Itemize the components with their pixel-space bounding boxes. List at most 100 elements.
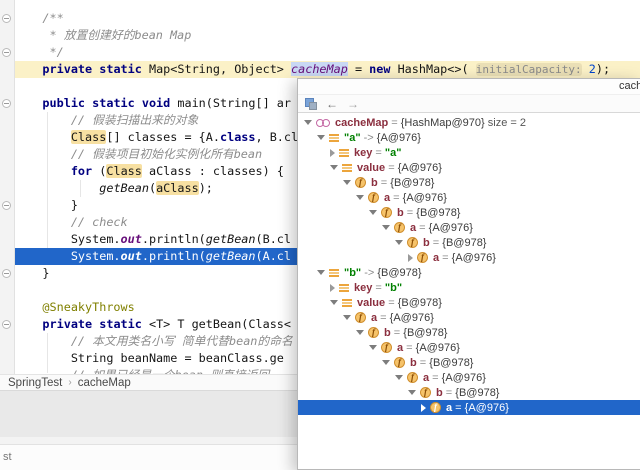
code-token	[582, 62, 589, 76]
chevron-down-icon[interactable]	[343, 180, 351, 185]
chevron-down-icon[interactable]	[330, 300, 338, 305]
chevron-right-icon[interactable]	[330, 284, 335, 292]
code-token: initialCapacity:	[476, 63, 582, 76]
code-line[interactable]: */	[14, 44, 640, 61]
variable-row[interactable]: fb = {B@978}	[298, 235, 640, 250]
chevron-right-icon[interactable]	[408, 254, 413, 262]
code-token: <T> T getBean(Class<	[142, 317, 291, 331]
code-token: Class	[106, 164, 142, 178]
variable-row[interactable]: fa = {A@976}	[298, 370, 640, 385]
code-line[interactable]: private static Map<String, Object> cache…	[14, 61, 640, 78]
code-token: getBean	[206, 232, 256, 246]
variable-row[interactable]: fb = {B@978}	[298, 205, 640, 220]
variable-row[interactable]: fa = {A@976}	[298, 250, 640, 265]
navigate-forward-icon[interactable]: →	[347, 98, 359, 110]
variable-row[interactable]: fa = {A@976}	[298, 310, 640, 325]
navigate-back-icon[interactable]: ←	[326, 98, 338, 110]
breadcrumb-item[interactable]: cacheMap	[78, 377, 131, 389]
fold-marker-icon[interactable]	[2, 48, 11, 57]
code-token: Class	[71, 130, 107, 144]
variable-value: {A@976}	[416, 342, 460, 354]
variable-row[interactable]: key = "a"	[298, 145, 640, 160]
code-token: // 本文用类名小写 简单代替bean的命名 用	[14, 334, 312, 348]
variable-value: {HashMap@970}	[401, 117, 485, 129]
chevron-down-icon[interactable]	[356, 330, 364, 335]
variable-row[interactable]: fb = {B@978}	[298, 355, 640, 370]
code-line[interactable]: * 放置创建好的bean Map	[14, 27, 640, 44]
variable-row[interactable]: fb = {B@978}	[298, 385, 640, 400]
chevron-down-icon[interactable]	[356, 195, 364, 200]
variable-separator: =	[416, 222, 429, 234]
chevron-down-icon[interactable]	[369, 210, 377, 215]
chevron-down-icon[interactable]	[382, 360, 390, 365]
breadcrumb-item[interactable]: SpringTest	[8, 377, 62, 389]
variable-row[interactable]: "b" -> {B@978}	[298, 265, 640, 280]
code-token: cacheMap	[291, 62, 348, 76]
variable-row[interactable]: fb = {B@978}	[298, 175, 640, 190]
variable-row[interactable]: "a" -> {A@976}	[298, 130, 640, 145]
variable-row[interactable]: fa = {A@976}	[298, 400, 640, 415]
variable-row[interactable]: fa = {A@976}	[298, 190, 640, 205]
variable-value: {B@978}	[398, 297, 442, 309]
chevron-right-icon[interactable]	[330, 149, 335, 157]
variable-separator: =	[403, 342, 416, 354]
variable-row[interactable]: cacheMap = {HashMap@970} size = 2	[298, 115, 640, 130]
chevron-down-icon[interactable]	[395, 375, 403, 380]
chevron-down-icon[interactable]	[343, 315, 351, 320]
ide-window: /** * 放置创建好的bean Map */ private static M…	[0, 0, 640, 470]
variable-name: b	[410, 357, 417, 369]
code-token: );	[199, 181, 213, 195]
chevron-down-icon[interactable]	[330, 165, 338, 170]
field-icon: f	[407, 237, 418, 248]
fold-marker-icon[interactable]	[2, 14, 11, 23]
variables-tree[interactable]: cacheMap = {HashMap@970} size = 2"a" -> …	[298, 115, 640, 469]
variable-row[interactable]: fa = {A@976}	[298, 220, 640, 235]
chevron-down-icon[interactable]	[408, 390, 416, 395]
chevron-down-icon[interactable]	[382, 225, 390, 230]
entry-icon	[329, 269, 339, 277]
chevron-down-icon[interactable]	[369, 345, 377, 350]
variable-row[interactable]: value = {B@978}	[298, 295, 640, 310]
variable-value: {B@978}	[403, 327, 447, 339]
chevron-down-icon[interactable]	[395, 240, 403, 245]
code-token: getBean	[99, 181, 149, 195]
field-icon: f	[420, 387, 431, 398]
code-token	[14, 96, 42, 110]
code-token: aClass : classes) {	[142, 164, 284, 178]
code-token: (	[92, 164, 106, 178]
code-line[interactable]: /**	[14, 10, 640, 27]
variable-row[interactable]: fa = {A@976}	[298, 340, 640, 355]
editor-gutter[interactable]	[0, 0, 15, 374]
code-token: Map<String, Object>	[142, 62, 291, 76]
variable-separator: =	[443, 387, 456, 399]
variable-value: {B@978}	[377, 267, 421, 279]
chevron-down-icon[interactable]	[317, 135, 325, 140]
fold-marker-icon[interactable]	[2, 320, 11, 329]
fold-marker-icon[interactable]	[2, 201, 11, 210]
chevron-down-icon[interactable]	[304, 120, 312, 125]
variable-separator: =	[430, 237, 443, 249]
chevron-right-icon[interactable]	[421, 404, 426, 412]
variable-separator: =	[378, 177, 391, 189]
code-token: private static	[42, 62, 141, 76]
field-icon: f	[368, 192, 379, 203]
entry-icon	[342, 164, 352, 172]
variable-separator: =	[404, 207, 417, 219]
fold-marker-icon[interactable]	[2, 269, 11, 278]
popup-header[interactable]: cacheMap	[298, 79, 640, 95]
variable-row[interactable]: value = {A@976}	[298, 160, 640, 175]
variable-row[interactable]: key = "b"	[298, 280, 640, 295]
fold-marker-icon[interactable]	[2, 99, 11, 108]
variable-icon	[316, 118, 330, 127]
code-token: System.	[14, 249, 121, 263]
variable-size-info: size = 2	[485, 117, 526, 129]
code-token: , B.cl	[256, 130, 299, 144]
view-options-icon[interactable]	[305, 98, 317, 110]
chevron-down-icon[interactable]	[317, 270, 325, 275]
variable-row[interactable]: fb = {B@978}	[298, 325, 640, 340]
variable-separator: =	[429, 372, 442, 384]
variable-separator: =	[372, 282, 385, 294]
variable-value: {A@976}	[398, 162, 442, 174]
code-token: out	[121, 249, 142, 263]
variable-value: {A@976}	[390, 312, 434, 324]
